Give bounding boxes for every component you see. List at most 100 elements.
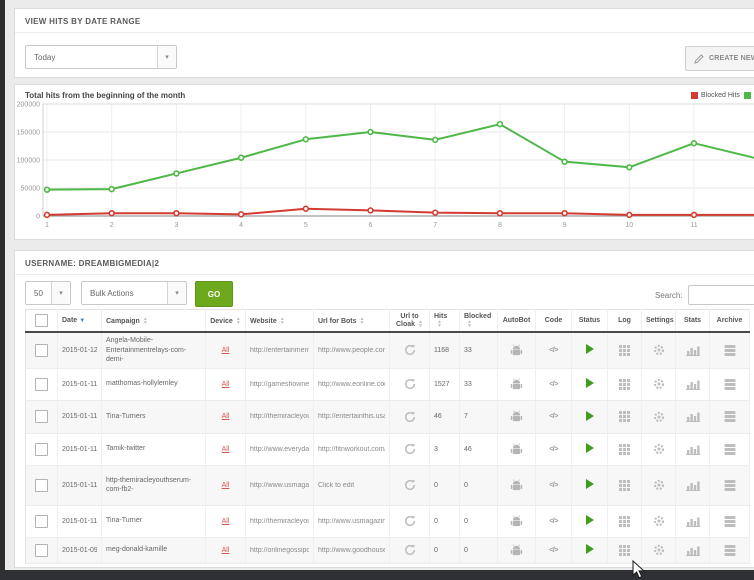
android-icon[interactable] <box>510 479 523 492</box>
svg-text:100000: 100000 <box>17 158 40 165</box>
column-header-url_to_cloak[interactable]: Url to Cloak▲▼ <box>390 310 430 333</box>
gear-icon[interactable] <box>653 411 665 423</box>
stats-icon[interactable] <box>686 545 700 556</box>
play-icon[interactable] <box>586 344 594 354</box>
play-icon[interactable] <box>586 544 594 554</box>
stats-icon[interactable] <box>686 379 700 390</box>
column-header-date[interactable]: Date▼ <box>58 310 102 333</box>
device-link[interactable]: All <box>222 347 230 354</box>
archive-icon[interactable] <box>724 516 736 527</box>
date-range-select[interactable]: Today ▾ <box>25 45 177 69</box>
log-icon[interactable] <box>619 345 630 356</box>
device-link[interactable]: All <box>222 518 230 525</box>
android-icon[interactable] <box>510 515 523 528</box>
device-link[interactable]: All <box>222 381 230 388</box>
stats-icon[interactable] <box>686 480 700 491</box>
log-icon[interactable] <box>619 516 630 527</box>
column-header-hits[interactable]: Hits▲▼ <box>430 310 460 333</box>
date-range-panel-title: VIEW HITS BY DATE RANGE <box>15 9 754 32</box>
refresh-icon[interactable] <box>404 443 416 455</box>
play-icon[interactable] <box>586 479 594 489</box>
refresh-icon[interactable] <box>404 515 416 527</box>
stats-icon[interactable] <box>686 345 700 356</box>
gear-icon[interactable] <box>653 378 665 390</box>
cell-website: http://www.everydayfitnes... <box>246 433 314 465</box>
cell-stats <box>676 433 710 465</box>
cell-stats <box>676 465 710 505</box>
column-header-url_for_bots[interactable]: Url for Bots▲▼ <box>314 310 390 333</box>
device-link[interactable]: All <box>222 482 230 489</box>
cell-campaign: http-themiracleyouthserum-com-fb2- <box>102 465 206 505</box>
gear-icon[interactable] <box>653 544 665 556</box>
column-header-blocked[interactable]: Blocked▲▼ <box>460 310 498 333</box>
column-header-device[interactable]: Device▲▼ <box>206 310 246 333</box>
dashboard-screen: VIEW HITS BY DATE RANGE Today ▾ CREATE N… <box>0 0 754 580</box>
cell-text-campaign: matthomas-hollylemley <box>106 380 178 387</box>
column-header-website[interactable]: Website▲▼ <box>246 310 314 333</box>
device-link[interactable]: All <box>222 547 230 554</box>
gear-icon[interactable] <box>653 344 665 356</box>
create-new-campaign-button[interactable]: CREATE NEW CAMPAIGN <box>685 46 754 71</box>
cell-archive <box>710 400 750 433</box>
row-checkbox[interactable] <box>35 443 48 456</box>
campaigns-table: Date▼Campaign▲▼Device▲▼Website▲▼Url for … <box>25 309 750 564</box>
cell-autobot <box>498 400 536 433</box>
archive-icon[interactable] <box>724 480 736 491</box>
log-icon[interactable] <box>619 444 630 455</box>
play-icon[interactable] <box>586 443 594 453</box>
bulk-actions-select[interactable]: Bulk Actions ▾ <box>81 281 187 305</box>
column-header-campaign[interactable]: Campaign▲▼ <box>102 310 206 333</box>
row-checkbox[interactable] <box>35 544 48 557</box>
android-icon[interactable] <box>510 410 523 423</box>
android-icon[interactable] <box>510 378 523 391</box>
page-size-select[interactable]: 50 ▾ <box>25 281 71 305</box>
refresh-icon[interactable] <box>404 544 416 556</box>
stats-icon[interactable] <box>686 411 700 422</box>
go-button[interactable]: GO <box>195 281 233 307</box>
log-icon[interactable] <box>619 480 630 491</box>
gear-icon[interactable] <box>653 515 665 527</box>
code-icon[interactable]: </> <box>549 518 558 525</box>
refresh-icon[interactable] <box>404 411 416 423</box>
row-checkbox[interactable] <box>35 515 48 528</box>
device-link[interactable]: All <box>222 413 230 420</box>
device-link[interactable]: All <box>222 446 230 453</box>
refresh-icon[interactable] <box>404 378 416 390</box>
archive-icon[interactable] <box>724 411 736 422</box>
code-icon[interactable]: </> <box>549 413 558 420</box>
code-icon[interactable]: </> <box>549 347 558 354</box>
code-icon[interactable]: </> <box>549 547 558 554</box>
archive-icon[interactable] <box>724 345 736 356</box>
refresh-icon[interactable] <box>404 344 416 356</box>
row-checkbox[interactable] <box>35 479 48 492</box>
play-icon[interactable] <box>586 515 594 525</box>
archive-icon[interactable] <box>724 545 736 556</box>
gear-icon[interactable] <box>653 443 665 455</box>
play-icon[interactable] <box>586 378 594 388</box>
android-icon[interactable] <box>510 443 523 456</box>
log-icon[interactable] <box>619 545 630 556</box>
code-icon[interactable]: </> <box>549 381 558 388</box>
stats-icon[interactable] <box>686 516 700 527</box>
play-icon[interactable] <box>586 411 594 421</box>
log-icon[interactable] <box>619 379 630 390</box>
svg-text:5: 5 <box>304 222 308 229</box>
log-icon[interactable] <box>619 411 630 422</box>
row-checkbox[interactable] <box>35 378 48 391</box>
gear-icon[interactable] <box>653 479 665 491</box>
row-checkbox[interactable] <box>35 344 48 357</box>
archive-icon[interactable] <box>724 379 736 390</box>
archive-icon[interactable] <box>724 444 736 455</box>
cell-text-website: http://www.everydayfitnes... <box>250 446 309 453</box>
row-checkbox[interactable] <box>35 410 48 423</box>
code-icon[interactable]: </> <box>549 446 558 453</box>
android-icon[interactable] <box>510 344 523 357</box>
android-icon[interactable] <box>510 544 523 557</box>
search-input[interactable] <box>688 285 754 305</box>
code-icon[interactable]: </> <box>549 482 558 489</box>
cell-hits: 3 <box>430 433 460 465</box>
stats-icon[interactable] <box>686 444 700 455</box>
refresh-icon[interactable] <box>404 479 416 491</box>
cell-text-campaign: http-themiracleyouthserum-com-fb2- <box>106 477 191 493</box>
select-all-checkbox[interactable] <box>35 314 48 327</box>
